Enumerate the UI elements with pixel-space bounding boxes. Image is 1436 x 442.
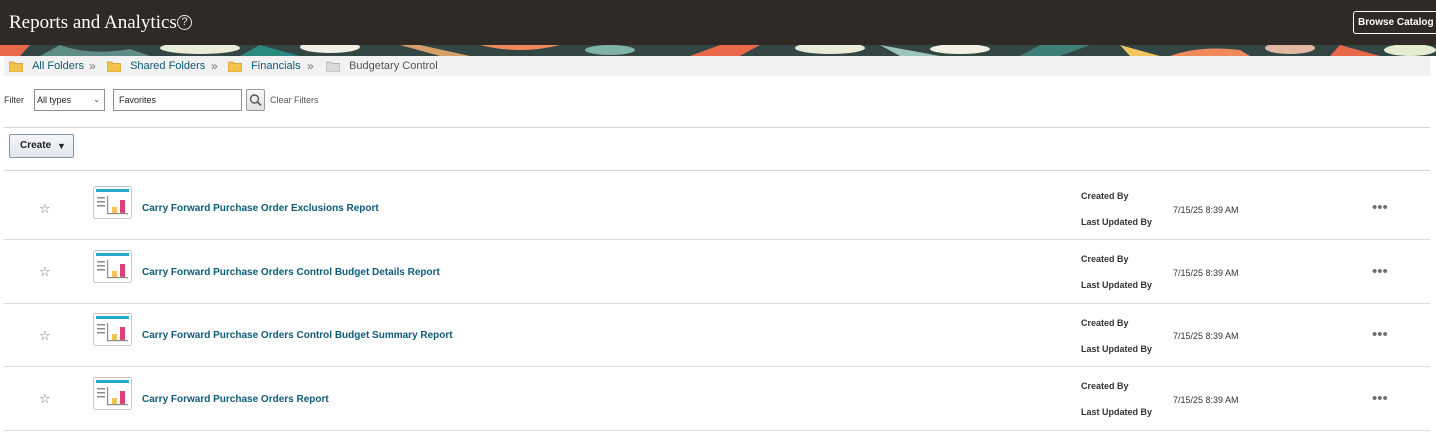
report-link[interactable]: Carry Forward Purchase Orders Report: [142, 394, 329, 405]
breadcrumb-link[interactable]: Financials: [251, 60, 301, 72]
last-updated-by-label: Last Updated By: [1081, 344, 1153, 354]
browse-catalog-button[interactable]: Browse Catalog: [1353, 11, 1436, 34]
list-item: ☆ Carry Forward Purchase Orders Control …: [4, 304, 1430, 367]
app-header: Reports and Analytics ? Browse Catalog: [0, 0, 1436, 45]
help-icon[interactable]: ?: [177, 15, 192, 30]
folder-icon: [9, 61, 23, 72]
report-icon[interactable]: [93, 250, 132, 283]
breadcrumb-separator: »: [307, 59, 314, 73]
created-by-label: Created By: [1081, 254, 1129, 264]
page-title: Reports and Analytics: [9, 12, 177, 33]
list-item: ☆ Carry Forward Purchase Orders Report C…: [4, 368, 1430, 431]
clear-filters-link[interactable]: Clear Filters: [270, 95, 319, 105]
last-updated-by-label: Last Updated By: [1081, 407, 1153, 417]
search-input[interactable]: [113, 89, 242, 111]
create-button[interactable]: Create ▼: [9, 134, 74, 158]
filter-label: Filter: [4, 95, 24, 105]
report-link[interactable]: Carry Forward Purchase Order Exclusions …: [142, 203, 379, 214]
last-updated-by-label: Last Updated By: [1081, 217, 1153, 227]
report-link[interactable]: Carry Forward Purchase Orders Control Bu…: [142, 267, 440, 278]
favorite-star-icon[interactable]: ☆: [39, 328, 51, 344]
breadcrumb-item-current: Budgetary Control: [326, 58, 438, 74]
breadcrumb-item-shared-folders[interactable]: Shared Folders: [107, 58, 205, 74]
chevron-down-icon: ⌄: [93, 95, 100, 104]
breadcrumb-link[interactable]: Shared Folders: [130, 60, 205, 72]
folder-icon: [326, 61, 340, 72]
type-select[interactable]: All types ⌄: [34, 89, 105, 111]
breadcrumb-link[interactable]: All Folders: [32, 60, 84, 72]
divider: [4, 170, 1430, 171]
folder-icon: [107, 61, 121, 72]
breadcrumb-separator: »: [89, 59, 96, 73]
more-actions-icon[interactable]: •••: [1372, 390, 1388, 407]
breadcrumb: All Folders » Shared Folders » Financial…: [4, 56, 1430, 76]
chevron-down-icon: ▼: [57, 141, 66, 151]
report-link[interactable]: Carry Forward Purchase Orders Control Bu…: [142, 330, 453, 341]
list-item: ☆ Carry Forward Purchase Order Exclusion…: [4, 177, 1430, 240]
favorite-star-icon[interactable]: ☆: [39, 264, 51, 280]
search-icon: [249, 94, 262, 107]
favorite-star-icon[interactable]: ☆: [39, 201, 51, 217]
updated-date: 7/15/25 8:39 AM: [1173, 268, 1239, 278]
breadcrumb-item-all-folders[interactable]: All Folders: [9, 58, 84, 74]
breadcrumb-separator: »: [211, 59, 218, 73]
breadcrumb-item-financials[interactable]: Financials: [228, 58, 301, 74]
more-actions-icon[interactable]: •••: [1372, 326, 1388, 343]
decorative-banner: [0, 45, 1436, 56]
more-actions-icon[interactable]: •••: [1372, 263, 1388, 280]
list-item: ☆ Carry Forward Purchase Orders Control …: [4, 241, 1430, 304]
divider: [4, 127, 1430, 128]
folder-icon: [228, 61, 242, 72]
type-select-value: All types: [37, 95, 72, 105]
search-button[interactable]: [246, 89, 265, 111]
report-icon[interactable]: [93, 186, 132, 219]
created-by-label: Created By: [1081, 381, 1129, 391]
create-button-label: Create: [20, 140, 52, 151]
last-updated-by-label: Last Updated By: [1081, 280, 1153, 290]
updated-date: 7/15/25 8:39 AM: [1173, 331, 1239, 341]
created-by-label: Created By: [1081, 191, 1129, 201]
favorite-star-icon[interactable]: ☆: [39, 391, 51, 407]
more-actions-icon[interactable]: •••: [1372, 199, 1388, 216]
breadcrumb-current-label: Budgetary Control: [349, 60, 438, 73]
updated-date: 7/15/25 8:39 AM: [1173, 205, 1239, 215]
report-icon[interactable]: [93, 377, 132, 410]
created-by-label: Created By: [1081, 318, 1129, 328]
report-icon[interactable]: [93, 313, 132, 346]
updated-date: 7/15/25 8:39 AM: [1173, 395, 1239, 405]
